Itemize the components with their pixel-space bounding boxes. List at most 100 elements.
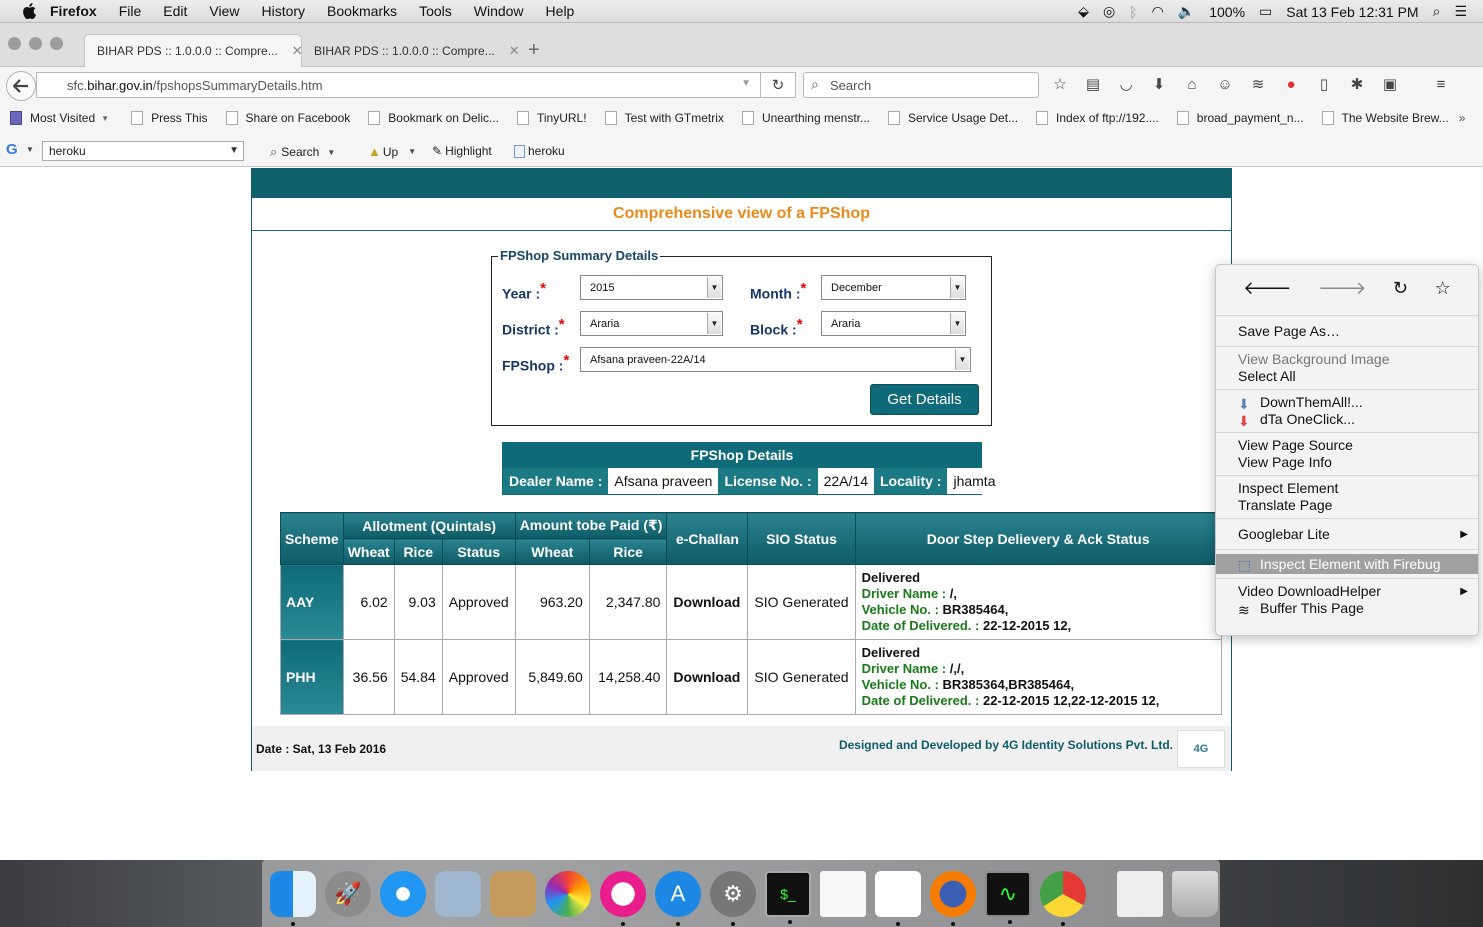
fpshop-select[interactable]: Afsana praveen-22A/14 ▼	[580, 347, 971, 372]
preview-icon[interactable]	[435, 870, 481, 917]
bookmark-item[interactable]: Share on Facebook	[225, 111, 350, 125]
bookmark-item[interactable]: Bookmark on Delic...	[368, 111, 499, 125]
chevron-down-icon[interactable]: ▼	[26, 145, 34, 154]
tab-inactive[interactable]: BIHAR PDS :: 1.0.0.0 :: Compre... ✕	[302, 34, 522, 67]
trash-icon[interactable]	[1172, 870, 1218, 917]
reload-button[interactable]: ↻	[760, 72, 796, 98]
dropbox-icon[interactable]: ⬙	[1078, 3, 1089, 20]
launchpad-icon[interactable]: 🚀	[325, 870, 371, 917]
textedit-icon[interactable]	[820, 870, 866, 917]
wifi-icon[interactable]: ◠	[1152, 3, 1164, 20]
terminal-icon[interactable]: $_	[765, 870, 811, 924]
bookmarks-overflow-icon[interactable]: »	[1459, 111, 1466, 125]
menu-item-inspect-element[interactable]: Inspect Element	[1216, 480, 1478, 497]
firebug-icon[interactable]: ✱	[1347, 73, 1367, 95]
bookmarks-menu-icon[interactable]: ▤	[1083, 73, 1103, 95]
bookmark-item[interactable]: The Website Brew...	[1321, 111, 1449, 125]
bookmark-item[interactable]: broad_payment_n...	[1176, 111, 1304, 125]
search-input[interactable]: ⌕ Search	[803, 72, 1039, 98]
battery-icon[interactable]: ▭	[1259, 3, 1272, 20]
menu-tools[interactable]: Tools	[419, 3, 452, 19]
menu-item-select-all[interactable]: Select All	[1216, 368, 1478, 385]
chrome-icon[interactable]	[1040, 870, 1086, 926]
menu-help[interactable]: Help	[546, 3, 575, 19]
year-select[interactable]: 2015 ▼	[580, 275, 723, 300]
month-select[interactable]: December ▼	[821, 275, 966, 300]
bookmark-item[interactable]: Unearthing menstr...	[741, 111, 870, 125]
spotlight-icon[interactable]: ⌕	[1433, 3, 1441, 20]
clipboard-icon[interactable]: ▯	[1314, 73, 1334, 95]
url-bar[interactable]: sfc. bihar.gov.in/fpshopsSummaryDetails.h…	[36, 72, 796, 98]
menu-item-save-page-as[interactable]: Save Page As…	[1216, 320, 1478, 342]
bookmark-item[interactable]: Service Usage Det...	[888, 111, 1018, 125]
zoom-window-button[interactable]	[50, 37, 63, 50]
bookmark-star-icon[interactable]: ☆	[1050, 73, 1070, 95]
volume-icon[interactable]: 🔈	[1178, 3, 1195, 20]
contacts-icon[interactable]	[490, 870, 536, 917]
bluetooth-icon[interactable]: ᛒ	[1129, 4, 1137, 20]
activity-monitor-icon[interactable]: ∿	[985, 870, 1031, 924]
close-window-button[interactable]	[8, 37, 21, 50]
menu-bookmarks[interactable]: Bookmarks	[327, 3, 397, 19]
block-select[interactable]: Araria ▼	[821, 311, 966, 336]
downloads-icon[interactable]: ⬇	[1149, 73, 1169, 95]
menu-item-view-background-image[interactable]: View Background Image	[1216, 351, 1478, 368]
firefox-icon[interactable]	[930, 870, 976, 926]
buffer-icon[interactable]: ≋	[1248, 73, 1268, 95]
menu-view[interactable]: View	[209, 3, 239, 19]
finder-icon[interactable]	[270, 870, 316, 926]
numbers-icon[interactable]	[875, 870, 921, 926]
menu-item-view-page-info[interactable]: View Page Info	[1216, 454, 1478, 471]
clock[interactable]: Sat 13 Feb 12:31 PM	[1286, 4, 1418, 20]
documents-stack-icon[interactable]	[1117, 870, 1163, 917]
bookmark-item[interactable]: Index of ftp://192....	[1036, 111, 1159, 125]
itunes-icon[interactable]: ♫	[600, 870, 646, 926]
menu-history[interactable]: History	[261, 3, 305, 19]
new-tab-icon[interactable]: +	[528, 39, 540, 62]
menu-item-translate-page[interactable]: Translate Page	[1216, 497, 1478, 514]
menu-edit[interactable]: Edit	[163, 3, 187, 19]
reload-icon[interactable]: ↻	[1393, 278, 1408, 299]
bookmark-most-visited[interactable]: Most Visited ▼	[10, 111, 109, 125]
menu-item-googlebar-lite[interactable]: Googlebar Lite ▶	[1216, 523, 1478, 545]
googlebar-up-button[interactable]: ▲ Up ▼	[368, 144, 416, 159]
forward-arrow-icon[interactable]: 🡒	[1318, 278, 1366, 299]
googlebar-search-input[interactable]: heroku ▼	[42, 141, 244, 161]
googlebar-highlight-button[interactable]: ✎ Highlight	[432, 144, 492, 158]
apple-menu-icon[interactable]	[20, 2, 38, 20]
googlebar-search-button[interactable]: ⌕ Search ▼	[270, 144, 335, 160]
pocket-icon[interactable]: ◡	[1116, 73, 1136, 95]
photos-icon[interactable]	[545, 870, 591, 917]
google-icon[interactable]: G	[6, 141, 18, 158]
vpn-icon[interactable]: ◎	[1103, 3, 1115, 20]
echallan-download-link[interactable]: Download	[666, 639, 749, 715]
bookmark-star-icon[interactable]: ☆	[1435, 278, 1451, 299]
url-dropdown-icon[interactable]: ▼	[741, 78, 751, 89]
minimize-window-button[interactable]	[29, 37, 42, 50]
menu-window[interactable]: Window	[474, 3, 524, 19]
app-store-icon[interactable]: A	[655, 870, 701, 926]
bookmark-item[interactable]: TinyURL!	[517, 111, 587, 125]
notification-center-icon[interactable]: ☰	[1454, 3, 1467, 20]
menu-app-firefox[interactable]: Firefox	[50, 3, 97, 19]
screenshot-icon[interactable]: ▣	[1380, 73, 1400, 95]
menu-item-dta-oneclick[interactable]: ⬇ dTa OneClick...	[1216, 411, 1478, 429]
echallan-download-link[interactable]: Download	[666, 564, 749, 640]
dropdown-arrow-icon[interactable]: ▼	[229, 145, 239, 156]
back-button[interactable]	[6, 71, 36, 101]
menu-item-downthemall[interactable]: ⬇ DownThemAll!...	[1216, 394, 1478, 412]
back-arrow-icon[interactable]: 🡐	[1243, 278, 1291, 299]
menu-item-video-downloadhelper[interactable]: Video DownloadHelper ▶	[1216, 583, 1478, 600]
menu-file[interactable]: File	[119, 3, 142, 19]
system-preferences-icon[interactable]: ⚙	[710, 870, 756, 926]
close-tab-icon[interactable]: ✕	[292, 43, 303, 59]
hamburger-menu-icon[interactable]: ≡	[1431, 73, 1451, 95]
googlebar-term-button[interactable]: heroku	[514, 144, 565, 158]
safari-icon[interactable]	[380, 870, 426, 917]
close-tab-icon[interactable]: ✕	[509, 43, 520, 59]
get-details-button[interactable]: Get Details	[870, 384, 979, 415]
tab-active[interactable]: BIHAR PDS :: 1.0.0.0 :: Compre... ✕	[84, 34, 303, 67]
bookmark-item[interactable]: Test with GTmetrix	[604, 111, 724, 125]
extension-colors-icon[interactable]: ●	[1281, 73, 1301, 95]
home-icon[interactable]: ⌂	[1182, 73, 1202, 95]
